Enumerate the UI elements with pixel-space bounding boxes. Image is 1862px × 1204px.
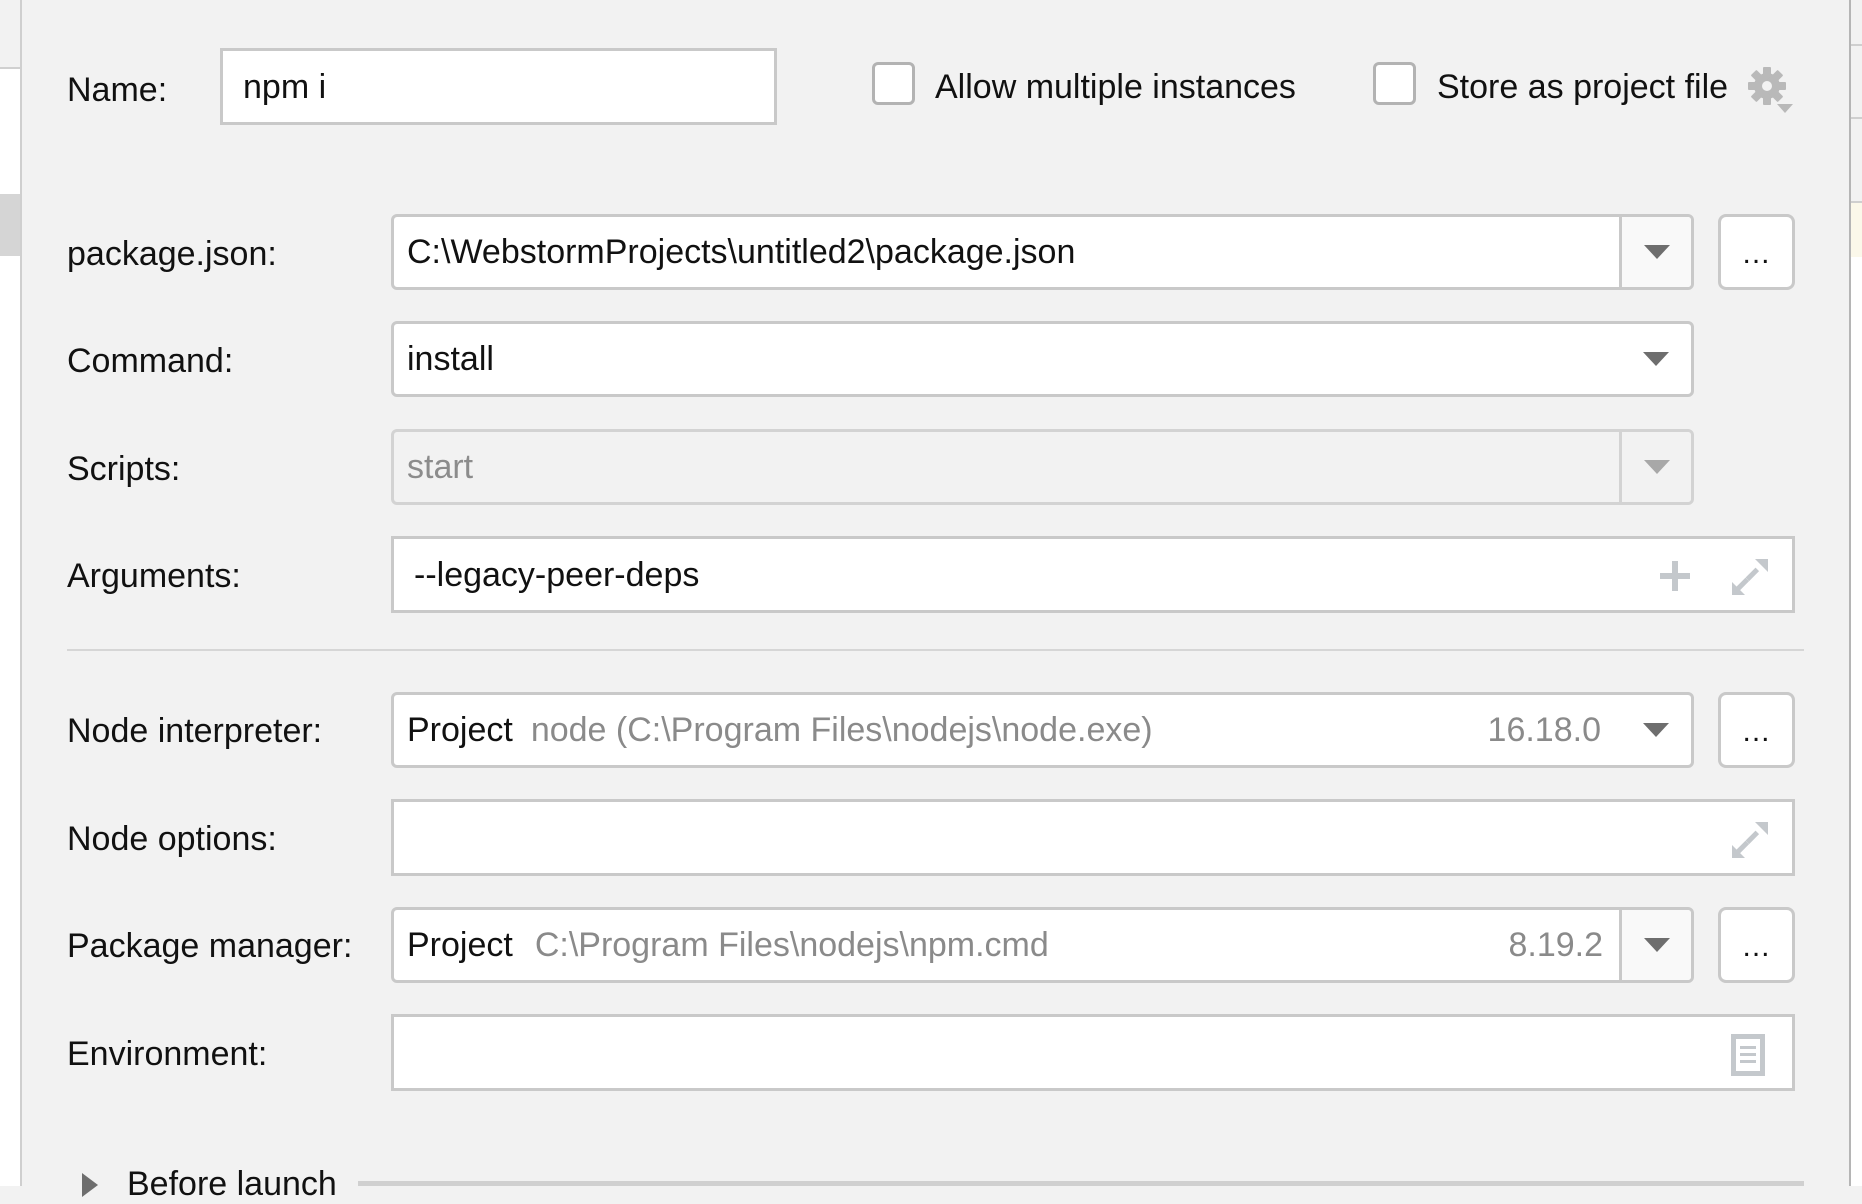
chevron-down-icon (1643, 460, 1670, 474)
left-panel-header (0, 0, 20, 69)
package-json-browse-button[interactable]: ... (1718, 214, 1795, 290)
node-interpreter-label: Node interpreter: (67, 712, 323, 750)
package-manager-browse-button[interactable]: ... (1718, 907, 1795, 983)
node-interpreter-combobox[interactable]: Project node (C:\Program Files\nodejs\no… (391, 692, 1694, 768)
package-manager-version: 8.19.2 (1508, 926, 1603, 964)
expand-icon[interactable] (1730, 557, 1770, 606)
package-manager-scope: Project (407, 926, 513, 964)
command-combobox[interactable]: install (391, 321, 1694, 397)
scripts-label: Scripts: (67, 450, 181, 488)
package-manager-dropdown-button[interactable] (1619, 910, 1691, 980)
package-json-combobox[interactable]: C:\WebstormProjects\untitled2\package.js… (391, 214, 1694, 290)
chevron-down-icon (1643, 938, 1670, 952)
package-json-label: package.json: (67, 235, 277, 273)
scripts-combobox: start (391, 429, 1694, 505)
document-icon[interactable] (1730, 1033, 1766, 1086)
store-as-project-file-checkbox[interactable] (1373, 62, 1416, 105)
node-options-input[interactable] (391, 799, 1795, 876)
arguments-input[interactable]: --legacy-peer-deps (391, 536, 1795, 613)
package-manager-path: C:\Program Files\nodejs\npm.cmd (534, 926, 1049, 964)
chevron-down-icon (1643, 723, 1669, 737)
node-interpreter-version: 16.18.0 (1487, 711, 1601, 749)
package-manager-combobox[interactable]: Project C:\Program Files\nodejs\npm.cmd … (391, 907, 1694, 983)
environment-label: Environment: (67, 1035, 268, 1073)
command-value: install (407, 340, 494, 378)
node-interpreter-browse-button[interactable]: ... (1718, 692, 1795, 768)
package-json-dropdown-button[interactable] (1619, 217, 1691, 287)
left-panel-edge (0, 0, 22, 1186)
command-label: Command: (67, 342, 234, 380)
node-interpreter-path: node (C:\Program Files\nodejs\node.exe) (530, 711, 1153, 749)
package-manager-label: Package manager: (67, 927, 353, 965)
allow-multiple-instances-checkbox[interactable] (872, 62, 915, 105)
environment-input[interactable] (391, 1014, 1795, 1091)
scripts-dropdown-button (1619, 432, 1691, 502)
arguments-value: --legacy-peer-deps (414, 555, 700, 594)
right-panel-edge (1849, 0, 1862, 1186)
name-label: Name: (67, 71, 168, 109)
expand-icon[interactable] (1730, 820, 1770, 869)
before-launch-separator (358, 1181, 1804, 1186)
allow-multiple-instances-label[interactable]: Allow multiple instances (935, 67, 1296, 107)
name-value: npm i (243, 67, 327, 106)
arguments-label: Arguments: (67, 557, 241, 595)
before-launch-toggle[interactable]: Before launch (127, 1164, 337, 1204)
chevron-down-icon (1643, 352, 1669, 366)
section-separator (67, 649, 1804, 651)
node-interpreter-scope: Project (407, 711, 513, 749)
name-input[interactable]: npm i (220, 48, 777, 125)
triangle-right-icon[interactable] (82, 1173, 98, 1197)
package-json-value: C:\WebstormProjects\untitled2\package.js… (407, 233, 1076, 271)
node-options-label: Node options: (67, 820, 277, 858)
scripts-value: start (407, 448, 474, 486)
store-as-project-file-label[interactable]: Store as project file (1437, 67, 1728, 107)
plus-icon[interactable] (1658, 559, 1692, 602)
gear-icon[interactable] (1745, 64, 1795, 116)
chevron-down-icon (1643, 245, 1670, 259)
left-panel-selected-item[interactable] (0, 194, 20, 256)
